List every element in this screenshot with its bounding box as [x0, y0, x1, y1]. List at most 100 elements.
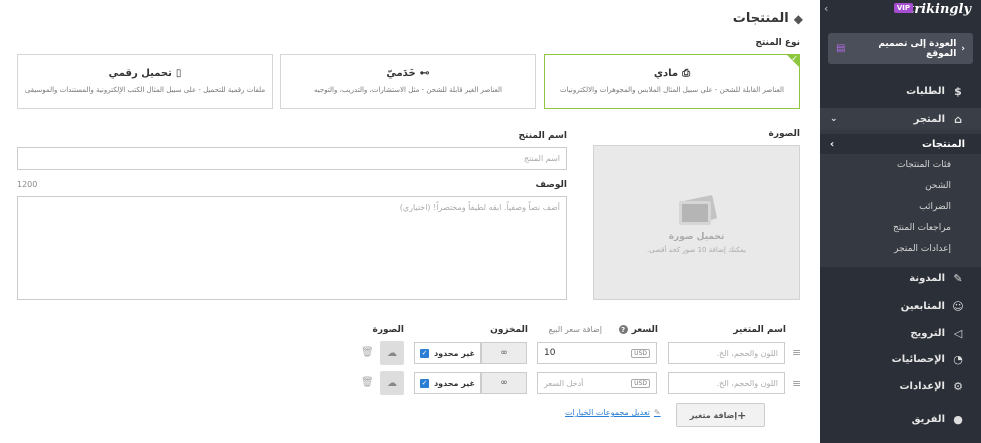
type-card-desc: العناصر الغير قابلة للشحن - مثل الاستشار…: [313, 86, 502, 94]
image-placeholder-icon: [678, 194, 717, 226]
currency-badge: USD: [631, 378, 650, 388]
sidebar-item-label: المدونة: [909, 272, 945, 284]
sale-price-header[interactable]: إضافة سعر البيع: [530, 325, 602, 334]
chevron-right-icon: ›: [830, 138, 835, 150]
product-name-label: اسم المنتج: [518, 131, 567, 141]
checkbox-checked-icon: ✓: [420, 378, 429, 388]
type-card-desc: ملفات رقمية للتحميل - على سبيل المثال ال…: [24, 86, 266, 94]
sidebar-item-blog[interactable]: ✎ المدونة: [820, 267, 981, 289]
image-header: الصورة: [372, 325, 404, 335]
add-variant-label: إضافة متغير: [689, 410, 738, 420]
trash-icon[interactable]: 🗑: [361, 377, 374, 388]
description-char-counter: 1200: [17, 180, 38, 189]
type-card-desc: العناصر القابلة للشحن - على سبيل المثال …: [560, 86, 784, 94]
add-variant-button[interactable]: + إضافة متغير: [676, 403, 765, 427]
gear-icon: ⚙: [953, 379, 963, 393]
sidebar-item-label: الإحصائيات: [891, 353, 945, 365]
pie-chart-icon: ◔: [953, 352, 963, 366]
plus-icon: +: [737, 408, 747, 422]
description-label: الوصف: [535, 180, 567, 190]
unlimited-checkbox[interactable]: غير محدود ✓: [414, 372, 481, 394]
drag-handle-icon[interactable]: ≡: [792, 377, 801, 390]
product-name-input[interactable]: اسم المنتج: [17, 147, 567, 170]
page-title-text: المنتجات: [732, 11, 789, 26]
sidebar-item-settings[interactable]: ⚙ الإعدادات: [820, 375, 981, 397]
file-icon: ▯: [175, 68, 182, 79]
store-icon: ⌂: [954, 112, 962, 126]
back-to-site-editor-button[interactable]: ‹ العودة إلى تصميم الموقع ▤: [828, 33, 973, 64]
vip-badge: VIP: [893, 3, 913, 13]
variant-price-input[interactable]: USD 10: [537, 342, 657, 364]
drag-handle-icon[interactable]: ≡: [792, 346, 801, 359]
users-icon: ☺: [952, 299, 964, 313]
sidebar-item-products[interactable]: المنتجات ›: [820, 134, 981, 154]
sidebar-item-promotion[interactable]: ◁ الترويج: [820, 322, 981, 344]
sidebar-item-shipping[interactable]: الشحن: [925, 181, 951, 191]
unlimited-label: غير محدود: [434, 378, 475, 388]
upload-cloud-icon[interactable]: ☁: [380, 341, 404, 365]
sidebar-item-label: الترويج: [910, 327, 945, 339]
checkbox-checked-icon: ✓: [420, 348, 429, 358]
variant-price-placeholder: أدخل السعر: [544, 378, 584, 388]
stock-value: ∞: [481, 372, 527, 394]
sidebar-item-label: المتابعين: [900, 300, 945, 312]
upload-hint: يمكنك إضافة 10 صور كحد أقصى.: [647, 246, 746, 254]
sidebar-item-orders[interactable]: $ الطلبات: [820, 80, 981, 102]
image-upload-area[interactable]: تحميل صورة يمكنك إضافة 10 صور كحد أقصى.: [593, 145, 800, 300]
sidebar-item-followers[interactable]: ☺ المتابعين: [820, 295, 981, 317]
sidebar-item-categories[interactable]: فئات المنتجات: [897, 160, 951, 170]
sidebar-item-taxes[interactable]: الضرائب: [919, 202, 951, 212]
back-to-site-editor-label: العودة إلى تصميم الموقع: [878, 38, 957, 59]
edit-option-groups-link[interactable]: ✎ تعديل مجموعات الخيارات: [565, 408, 661, 417]
price-header-text: السعر: [631, 325, 658, 335]
type-card-title: مادي: [653, 68, 679, 79]
chevron-left-icon: ‹: [961, 43, 965, 54]
currency-badge: USD: [631, 348, 650, 358]
shopping-bag-icon: ⎙: [682, 68, 691, 79]
edit-icon: ✎: [653, 408, 661, 417]
unlimited-checkbox[interactable]: غير محدود ✓: [414, 342, 481, 364]
sidebar-item-store-settings[interactable]: إعدادات المتجر: [894, 244, 951, 254]
sidebar-header: strikingly VIP ‹: [820, 0, 981, 22]
variant-name-input[interactable]: اللون والحجم، الخ.: [668, 372, 785, 394]
check-icon: ✓: [791, 54, 798, 63]
sidebar-item-label: الطلبات: [906, 85, 945, 97]
upload-cloud-icon[interactable]: ☁: [380, 371, 404, 395]
team-icon: ●: [953, 412, 963, 426]
help-icon[interactable]: ?: [618, 325, 628, 334]
sidebar-item-team[interactable]: ● الفريق: [820, 408, 981, 430]
product-type-label: نوع المنتج: [755, 38, 800, 48]
type-card-digital[interactable]: ▯ تحميل رقمي ملفات رقمية للتحميل - على س…: [17, 54, 273, 109]
collapse-sidebar-icon[interactable]: ‹: [824, 2, 828, 15]
edit-option-groups-label: تعديل مجموعات الخيارات: [565, 408, 650, 417]
type-card-title: تحميل رقمي: [108, 68, 172, 79]
dollar-icon: $: [954, 84, 962, 98]
unlimited-label: غير محدود: [434, 348, 475, 358]
stock-header: المخزون: [490, 325, 528, 335]
sidebar-item-stats[interactable]: ◔ الإحصائيات: [820, 348, 981, 370]
sidebar-item-label: الإعدادات: [899, 380, 945, 392]
trash-icon[interactable]: 🗑: [361, 347, 374, 358]
dumbbell-icon: ⊶: [419, 68, 430, 79]
chevron-down-icon: ⌄: [830, 114, 838, 124]
stock-value: ∞: [481, 342, 527, 364]
tag-icon: ◆: [793, 11, 803, 26]
image-label: الصورة: [768, 129, 800, 139]
variant-price-value: 10: [544, 348, 556, 358]
variant-name-input[interactable]: اللون والحجم، الخ.: [668, 342, 785, 364]
sidebar-item-label: المتجر: [913, 113, 945, 125]
sidebar-item-label: الفريق: [911, 413, 945, 425]
type-card-title: خَدَميّ: [386, 68, 416, 79]
description-textarea[interactable]: أضف نصاً وصفياً. ابقه لطيفاً ومختصراً! (…: [17, 196, 567, 300]
sidebar-item-store[interactable]: ⌂ المتجر ⌄: [820, 108, 981, 130]
price-header: السعر?: [600, 325, 658, 335]
pen-icon: ✎: [953, 271, 963, 285]
sidebar-item-reviews[interactable]: مراجعات المنتج: [893, 223, 951, 233]
type-card-service[interactable]: ⊶ خَدَميّ العناصر الغير قابلة للشحن - مث…: [280, 54, 536, 109]
variant-name-header: اسم المتغير: [733, 325, 786, 335]
sidebar-item-label: المنتجات: [921, 138, 965, 150]
page-icon: ▤: [836, 43, 846, 54]
variant-price-input[interactable]: USD أدخل السعر: [537, 372, 657, 394]
upload-title: تحميل صورة: [668, 232, 725, 242]
type-card-physical[interactable]: ✓ ⎙ مادي العناصر القابلة للشحن - على سبي…: [544, 54, 800, 109]
